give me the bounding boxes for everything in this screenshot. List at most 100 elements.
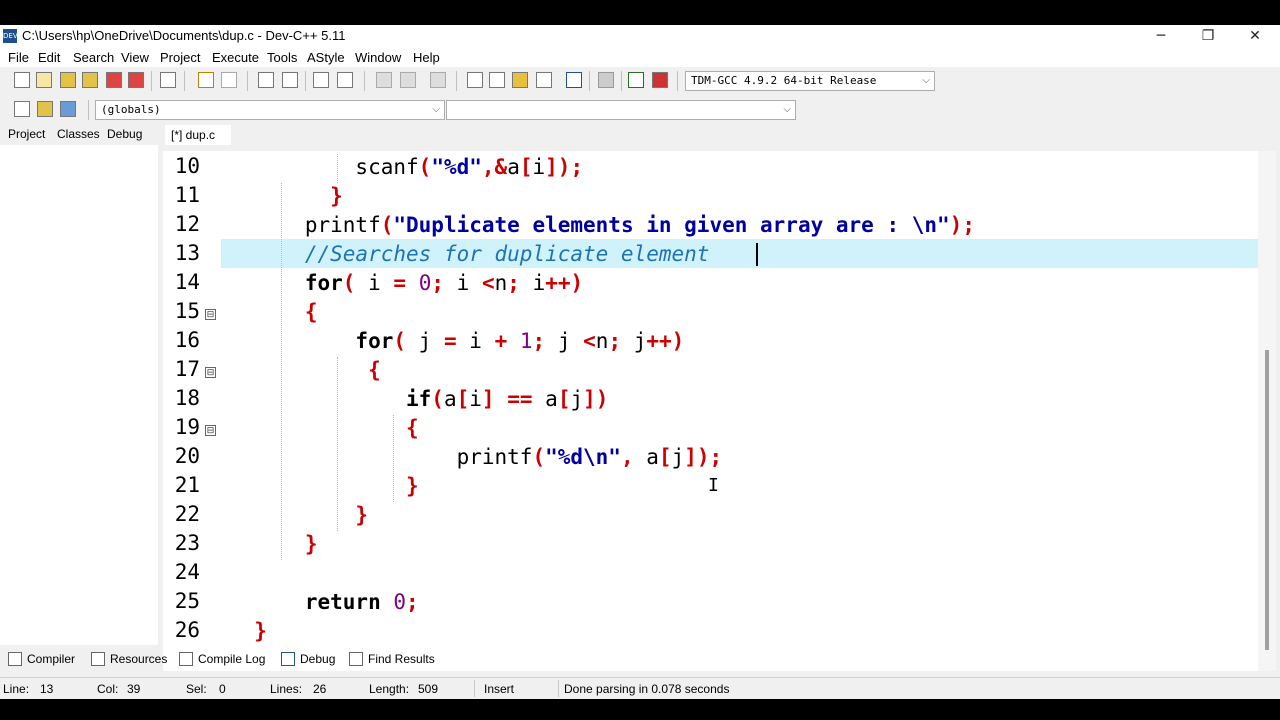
- code-token: }: [229, 532, 318, 556]
- menu-window[interactable]: Window: [355, 50, 401, 65]
- tab-compile-log[interactable]: Compile Log: [179, 652, 265, 666]
- tab-find-results[interactable]: Find Results: [349, 652, 435, 666]
- bar-chart-icon: [179, 652, 193, 666]
- undo-icon[interactable]: [198, 72, 214, 88]
- print-icon[interactable]: [160, 72, 176, 88]
- code-line[interactable]: for( j = i + 1; j <n; j++): [229, 329, 684, 353]
- menu-view[interactable]: View: [121, 50, 149, 65]
- line-number: 20: [174, 444, 200, 468]
- insert-icon[interactable]: [14, 101, 30, 117]
- menu-project[interactable]: Project: [160, 50, 200, 65]
- tab-compile-log-label: Compile Log: [198, 652, 266, 666]
- code-line[interactable]: {: [229, 358, 381, 382]
- project-browser[interactable]: [0, 145, 158, 645]
- code-line[interactable]: printf("%d\n", a[j]);: [229, 445, 723, 469]
- code-line[interactable]: }: [229, 532, 318, 556]
- menu-edit[interactable]: Edit: [38, 50, 60, 65]
- tab-classes[interactable]: Classes: [57, 127, 100, 141]
- code-token: 0: [393, 590, 407, 614]
- code-line[interactable]: }: [229, 184, 343, 208]
- goto-bookmark-icon[interactable]: [60, 101, 76, 117]
- code-line[interactable]: }: [229, 474, 419, 498]
- code-token: {: [229, 416, 419, 440]
- restore-button[interactable]: ❐: [1185, 25, 1231, 47]
- close-button[interactable]: ✕: [1232, 25, 1278, 47]
- code-line[interactable]: if(a[i] == a[j]): [229, 387, 608, 411]
- code-token: a: [633, 445, 659, 469]
- code-line[interactable]: printf("Duplicate elements in given arra…: [229, 213, 975, 237]
- save-icon[interactable]: [60, 72, 76, 88]
- window-title: C:\Users\hp\OneDrive\Documents\dup.c - D…: [22, 28, 346, 43]
- fold-toggle-icon[interactable]: ⊟: [205, 367, 216, 378]
- profile-icon[interactable]: [628, 72, 644, 88]
- status-lines-value: 26: [313, 682, 327, 696]
- menu-search[interactable]: Search: [73, 50, 114, 65]
- status-insert-mode: Insert: [484, 682, 515, 696]
- bottom-panel-tabs: Compiler Resources Compile Log Debug Fin…: [0, 645, 1280, 671]
- stop-icon[interactable]: [598, 72, 614, 88]
- new-file-icon[interactable]: [14, 72, 30, 88]
- tab-resources[interactable]: Resources: [91, 652, 167, 666]
- indent-icon[interactable]: [313, 72, 329, 88]
- menu-file[interactable]: File: [8, 50, 29, 65]
- code-line[interactable]: for( i = 0; i <n; i++): [229, 271, 583, 295]
- menu-astyle[interactable]: AStyle: [307, 50, 345, 65]
- code-line[interactable]: return 0;: [229, 590, 419, 614]
- goto-icon[interactable]: [430, 72, 446, 88]
- line-number: 25: [174, 589, 200, 613]
- compile-run-icon[interactable]: [512, 72, 528, 88]
- code-editor[interactable]: scanf("%d",&a[i]); } printf("Duplicate e…: [221, 151, 1258, 671]
- menu-help[interactable]: Help: [413, 50, 440, 65]
- code-token: "Duplicate elements in given array are :…: [393, 213, 950, 237]
- editor-tab-dup-c[interactable]: [*] dup.c: [165, 125, 231, 145]
- close-all-icon[interactable]: [128, 72, 144, 88]
- menu-execute[interactable]: Execute: [212, 50, 259, 65]
- tab-compiler[interactable]: Compiler: [8, 652, 75, 666]
- tab-debug[interactable]: Debug: [107, 127, 142, 141]
- code-line[interactable]: //Searches for duplicate element: [229, 242, 710, 266]
- save-all-icon[interactable]: [82, 72, 98, 88]
- forward-icon[interactable]: [400, 72, 416, 88]
- code-token: }: [229, 184, 343, 208]
- minimize-button[interactable]: ─: [1138, 25, 1184, 47]
- scope-select[interactable]: (globals) ⌵: [95, 100, 445, 120]
- fold-toggle-icon[interactable]: ⊟: [205, 309, 216, 320]
- tab-debug-bottom[interactable]: Debug: [281, 652, 335, 666]
- tab-project[interactable]: Project: [8, 127, 45, 141]
- toggle-bookmark-icon[interactable]: [37, 101, 53, 117]
- code-token: }: [229, 503, 369, 527]
- code-line[interactable]: }: [229, 619, 267, 643]
- delete-profile-icon[interactable]: [652, 72, 668, 88]
- code-token: a: [532, 387, 558, 411]
- code-token: n: [494, 271, 508, 295]
- scope-select-value: (globals): [101, 103, 161, 116]
- find-icon[interactable]: [258, 72, 274, 88]
- rebuild-icon[interactable]: [536, 72, 552, 88]
- check-syntax-icon[interactable]: [566, 72, 582, 88]
- fold-toggle-icon[interactable]: ⊟: [205, 425, 216, 436]
- back-icon[interactable]: [376, 72, 392, 88]
- status-separator: [558, 680, 559, 697]
- redo-icon[interactable]: [221, 72, 237, 88]
- scrollbar-thumb[interactable]: [1265, 350, 1269, 650]
- toolbar-separator: [184, 71, 185, 91]
- open-file-icon[interactable]: [36, 72, 52, 88]
- code-line[interactable]: }: [229, 503, 368, 527]
- code-line[interactable]: scanf("%d",&a[i]);: [229, 155, 583, 179]
- function-select[interactable]: ⌵: [446, 100, 796, 120]
- menu-tools[interactable]: Tools: [267, 50, 297, 65]
- compile-icon[interactable]: [467, 72, 483, 88]
- close-file-icon[interactable]: [106, 72, 122, 88]
- code-token: "%d": [431, 155, 482, 179]
- code-token: i: [519, 271, 546, 295]
- status-line-value: 13: [40, 682, 54, 696]
- compiler-select[interactable]: TDM-GCC 4.9.2 64-bit Release ⌵: [685, 71, 935, 91]
- code-line[interactable]: {: [229, 416, 419, 440]
- run-icon[interactable]: [489, 72, 505, 88]
- replace-icon[interactable]: [282, 72, 298, 88]
- menu-bar: File Edit Search View Project Execute To…: [0, 47, 1280, 67]
- code-token: ;: [532, 329, 546, 353]
- unindent-icon[interactable]: [337, 72, 353, 88]
- code-token: (: [393, 329, 407, 353]
- code-line[interactable]: {: [229, 300, 318, 324]
